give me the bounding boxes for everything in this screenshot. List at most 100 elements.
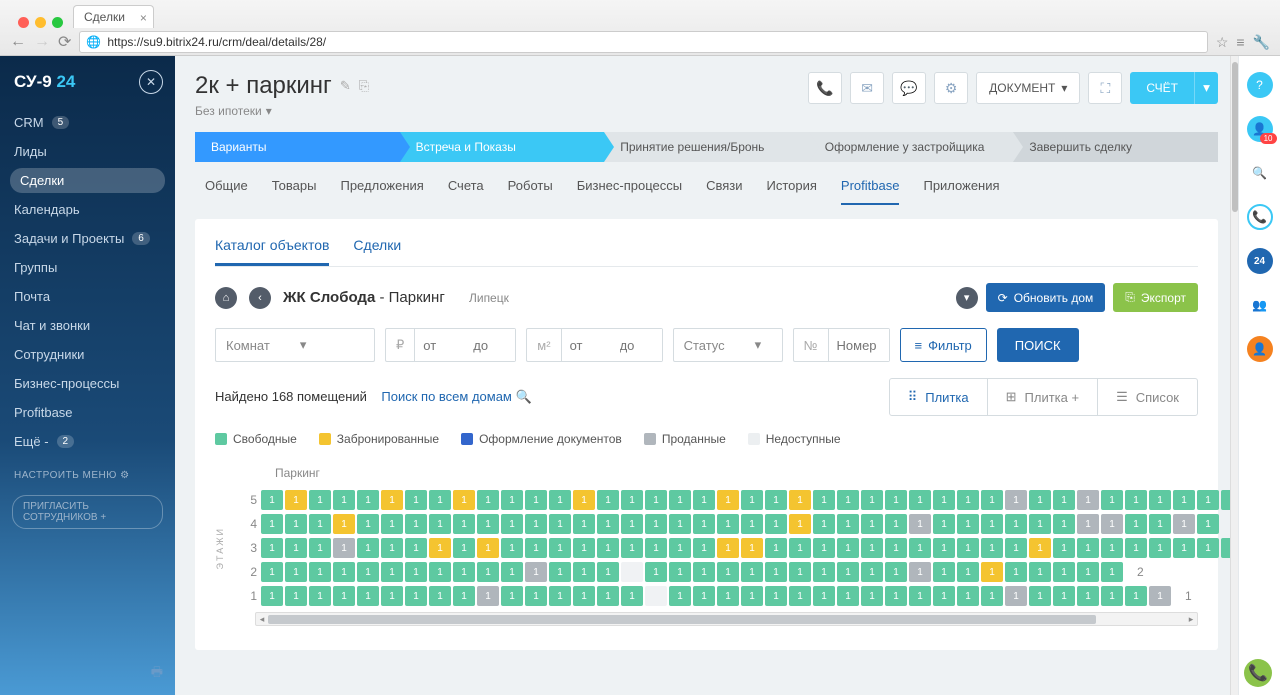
unit-cell[interactable]: 1	[501, 538, 523, 558]
unit-cell[interactable]: 1	[981, 586, 1003, 606]
back-icon[interactable]: ←	[10, 33, 26, 51]
people-icon[interactable]: 👥	[1247, 292, 1273, 318]
unit-cell[interactable]: 1	[1053, 490, 1075, 510]
unit-cell[interactable]: 1	[477, 514, 499, 534]
area-from-input[interactable]	[562, 329, 612, 361]
forward-icon[interactable]: →	[34, 33, 50, 51]
export-button[interactable]: ⎘ Экспорт	[1113, 283, 1198, 312]
unit-cell[interactable]: 1	[1005, 490, 1027, 510]
sidebar-item[interactable]: Задачи и Проекты6	[0, 224, 175, 253]
address-bar[interactable]: 🌐 https://su9.bitrix24.ru/crm/deal/detai…	[79, 31, 1207, 53]
unit-cell[interactable]: 1	[597, 538, 619, 558]
unit-cell[interactable]: 1	[885, 586, 907, 606]
unit-cell[interactable]: 1	[1005, 538, 1027, 558]
unit-cell[interactable]: 1	[333, 586, 355, 606]
unit-cell[interactable]: 1	[717, 538, 739, 558]
unit-cell[interactable]: 1	[405, 538, 427, 558]
unit-cell[interactable]: 1	[501, 586, 523, 606]
unit-cell[interactable]: 1	[933, 490, 955, 510]
unit-cell[interactable]: 1	[789, 562, 811, 582]
invite-button[interactable]: ПРИГЛАСИТЬ СОТРУДНИКОВ +	[12, 495, 163, 529]
unit-cell[interactable]: 1	[381, 490, 403, 510]
unit-cell[interactable]: 1	[477, 586, 499, 606]
chat-icon[interactable]: 💬	[892, 72, 926, 104]
unit-cell[interactable]: 1	[453, 562, 475, 582]
sidebar-item[interactable]: Сотрудники	[0, 340, 175, 369]
unit-cell[interactable]	[645, 586, 667, 606]
unit-cell[interactable]: 1	[885, 490, 907, 510]
unit-cell[interactable]: 1	[1197, 514, 1219, 534]
unit-cell[interactable]: 1	[741, 514, 763, 534]
unit-cell[interactable]	[621, 562, 643, 582]
horizontal-scrollbar[interactable]: ◂▸	[255, 612, 1198, 626]
tab-item[interactable]: Profitbase	[841, 178, 900, 205]
unit-cell[interactable]: 1	[309, 538, 331, 558]
unit-cell[interactable]: 1	[1173, 538, 1195, 558]
search-all-link[interactable]: Поиск по всем домам 🔍	[381, 389, 531, 404]
unit-cell[interactable]: 1	[333, 562, 355, 582]
unit-cell[interactable]: 1	[741, 538, 763, 558]
unit-cell[interactable]: 1	[309, 586, 331, 606]
link-icon[interactable]: ⎘	[359, 78, 369, 94]
unit-cell[interactable]: 1	[1101, 514, 1123, 534]
unit-cell[interactable]: 1	[717, 586, 739, 606]
expand-icon[interactable]: ▾	[956, 287, 978, 309]
tab-item[interactable]: Счета	[448, 178, 484, 205]
pipeline-stage[interactable]: Завершить сделку	[1013, 132, 1218, 162]
sidebar-item[interactable]: Чат и звонки	[0, 311, 175, 340]
unit-cell[interactable]: 1	[813, 538, 835, 558]
tab-item[interactable]: История	[767, 178, 817, 205]
unit-cell[interactable]: 1	[597, 490, 619, 510]
unit-cell[interactable]: 1	[501, 562, 523, 582]
star-icon[interactable]: ☆	[1216, 34, 1229, 51]
unit-cell[interactable]: 1	[717, 562, 739, 582]
sidebar-item[interactable]: Profitbase	[0, 398, 175, 427]
tab-item[interactable]: Связи	[706, 178, 742, 205]
unit-cell[interactable]: 1	[381, 538, 403, 558]
unit-cell[interactable]: 1	[477, 538, 499, 558]
tab-item[interactable]: Роботы	[508, 178, 553, 205]
price-to-input[interactable]	[465, 329, 515, 361]
unit-cell[interactable]: 1	[789, 514, 811, 534]
unit-cell[interactable]: 1	[381, 586, 403, 606]
wrench-icon[interactable]: 🔧	[1253, 34, 1270, 51]
unit-cell[interactable]: 1	[405, 586, 427, 606]
unit-cell[interactable]: 1	[1173, 514, 1195, 534]
sidebar-item[interactable]: CRM5	[0, 108, 175, 137]
status-select[interactable]: Статус▾	[673, 328, 783, 362]
unit-cell[interactable]: 1	[837, 562, 859, 582]
sidebar-item[interactable]: Сделки	[10, 168, 165, 193]
unit-cell[interactable]: 1	[981, 562, 1003, 582]
unit-cell[interactable]: 1	[645, 538, 667, 558]
unit-cell[interactable]: 1	[765, 586, 787, 606]
unit-cell[interactable]: 1	[357, 538, 379, 558]
unit-cell[interactable]: 1	[861, 586, 883, 606]
call-fab[interactable]: 📞	[1244, 659, 1272, 687]
unit-cell[interactable]: 1	[741, 586, 763, 606]
unit-cell[interactable]: 1	[933, 538, 955, 558]
unit-cell[interactable]: 1	[1077, 514, 1099, 534]
unit-cell[interactable]: 1	[597, 514, 619, 534]
unit-cell[interactable]: 1	[957, 586, 979, 606]
unit-cell[interactable]: 1	[453, 586, 475, 606]
unit-cell[interactable]: 1	[717, 514, 739, 534]
unit-cell[interactable]: 1	[549, 490, 571, 510]
unit-cell[interactable]: 1	[861, 538, 883, 558]
unit-cell[interactable]: 1	[453, 490, 475, 510]
pipeline-stage[interactable]: Принятие решения/Бронь	[604, 132, 809, 162]
user-icon[interactable]: 👤	[1247, 336, 1273, 362]
panel-tab-catalog[interactable]: Каталог объектов	[215, 237, 329, 266]
unit-cell[interactable]: 1	[861, 562, 883, 582]
unit-cell[interactable]: 1	[789, 490, 811, 510]
unit-cell[interactable]: 1	[573, 514, 595, 534]
tab-item[interactable]: Приложения	[923, 178, 999, 205]
unit-cell[interactable]: 1	[1077, 490, 1099, 510]
unit-cell[interactable]: 1	[429, 514, 451, 534]
unit-cell[interactable]: 1	[1077, 538, 1099, 558]
unit-cell[interactable]: 1	[909, 514, 931, 534]
unit-cell[interactable]: 1	[309, 490, 331, 510]
unit-cell[interactable]: 1	[525, 490, 547, 510]
unit-cell[interactable]: 1	[309, 514, 331, 534]
deal-subtitle[interactable]: Без ипотеки ▾	[195, 104, 369, 118]
unit-cell[interactable]: 1	[885, 562, 907, 582]
